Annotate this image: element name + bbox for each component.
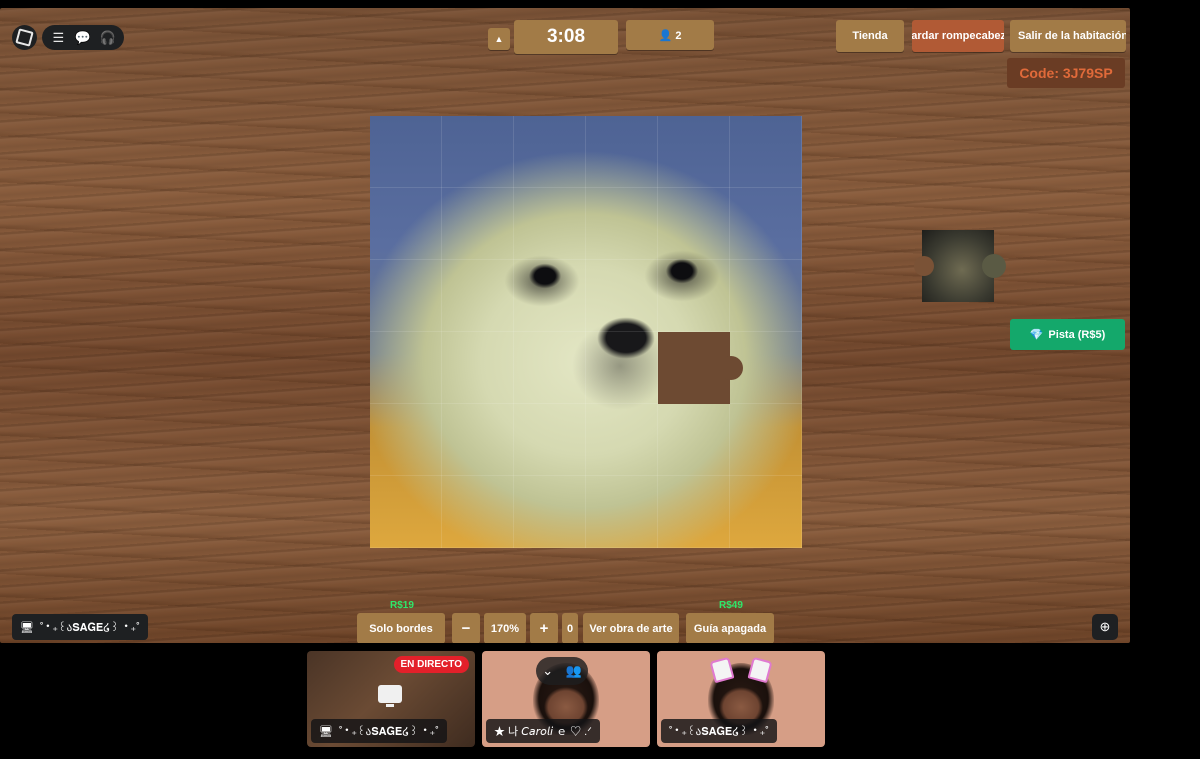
chevron-down-icon[interactable]: ⌄ (542, 663, 553, 679)
player-count: 👤 2 (626, 20, 714, 50)
shop-button[interactable]: Tienda (836, 20, 904, 52)
local-user-name: ˚‧₊꒰ა𝐒𝐀𝐆𝐄໒꒱ ‧₊˚ (39, 622, 140, 634)
people-icon[interactable]: 👥 (566, 663, 582, 679)
screen-icon: 🖥 (319, 725, 333, 738)
screen-icon: 🖥 (20, 621, 34, 634)
timer: 3:08 (514, 20, 618, 54)
tile-name-chip: 🖥 ˚‧₊꒰ა𝐒𝐀𝐆𝐄໒꒱ ‧₊˚ (311, 719, 447, 743)
room-code: Code: 3J79SP (1007, 58, 1125, 88)
puzzle-board[interactable] (370, 116, 802, 548)
hamburger-menu-icon[interactable]: ☰ (49, 31, 67, 44)
call-controls: ⌄ 👥 (536, 657, 588, 685)
chat-icon[interactable]: 💬 (74, 31, 92, 44)
tile-name-chip: ★ 나 𝘊𝘢𝘳𝘰𝘭𝘪 ｅ ♡ .ᐟ (486, 719, 600, 743)
zoom-in-button[interactable]: + (530, 613, 558, 643)
topbar-menu-pill: ☰ 💬 🎧 (42, 25, 124, 50)
guide-price: R$49 (719, 600, 743, 611)
edges-only-button[interactable]: Solo bordes (357, 613, 445, 643)
roblox-logo-icon (15, 28, 34, 47)
puzzle-empty-slot (658, 332, 743, 404)
call-tile-user-3[interactable]: ˚‧₊꒰ა𝐒𝐀𝐆𝐄໒꒱ ‧₊˚ (657, 651, 825, 747)
call-tile-screenshare[interactable]: EN DIRECTO 🖥 ˚‧₊꒰ა𝐒𝐀𝐆𝐄໒꒱ ‧₊˚ (307, 651, 475, 747)
roblox-menu-button[interactable] (12, 25, 37, 50)
tile-name-chip: ˚‧₊꒰ა𝐒𝐀𝐆𝐄໒꒱ ‧₊˚ (661, 719, 777, 743)
zoom-search-icon[interactable]: ⊕ (1092, 614, 1118, 640)
counter-value: 0 (562, 613, 578, 643)
zoom-out-button[interactable]: − (452, 613, 480, 643)
save-puzzle-button[interactable]: Guardar rompecabezas (912, 20, 1004, 52)
view-artwork-button[interactable]: Ver obra de arte (583, 613, 679, 643)
tile3-name: ˚‧₊꒰ა𝐒𝐀𝐆𝐄໒꒱ ‧₊˚ (669, 726, 769, 738)
loose-puzzle-piece[interactable] (914, 230, 1006, 302)
local-user-chip[interactable]: 🖥 ˚‧₊꒰ა𝐒𝐀𝐆𝐄໒꒱ ‧₊˚ (12, 614, 148, 640)
hint-button[interactable]: 💎 Pista (R$5) (1010, 319, 1125, 350)
headset-icon[interactable]: 🎧 (99, 31, 117, 44)
zoom-level: 170% (484, 613, 526, 643)
game-viewport[interactable]: ☰ 💬 🎧 ▲ 3:08 👤 2 Tienda Guardar rompecab… (0, 8, 1130, 643)
collapse-topbar-button[interactable]: ▲ (488, 28, 510, 50)
edges-price: R$19 (390, 600, 414, 611)
gem-icon: 💎 (1029, 329, 1044, 341)
screen-share-icon (378, 685, 402, 707)
leave-room-button[interactable]: Salir de la habitación (1010, 20, 1126, 52)
save-puzzle-label: Guardar rompecabezas (912, 30, 1004, 42)
tile2-name: ★ 나 𝘊𝘢𝘳𝘰𝘭𝘪 ｅ ♡ .ᐟ (494, 726, 592, 738)
tile1-name: ˚‧₊꒰ა𝐒𝐀𝐆𝐄໒꒱ ‧₊˚ (338, 726, 439, 738)
guide-toggle-button[interactable]: Guía apagada (686, 613, 774, 643)
live-badge: EN DIRECTO (393, 656, 469, 673)
hint-label: Pista (R$5) (1048, 328, 1106, 341)
